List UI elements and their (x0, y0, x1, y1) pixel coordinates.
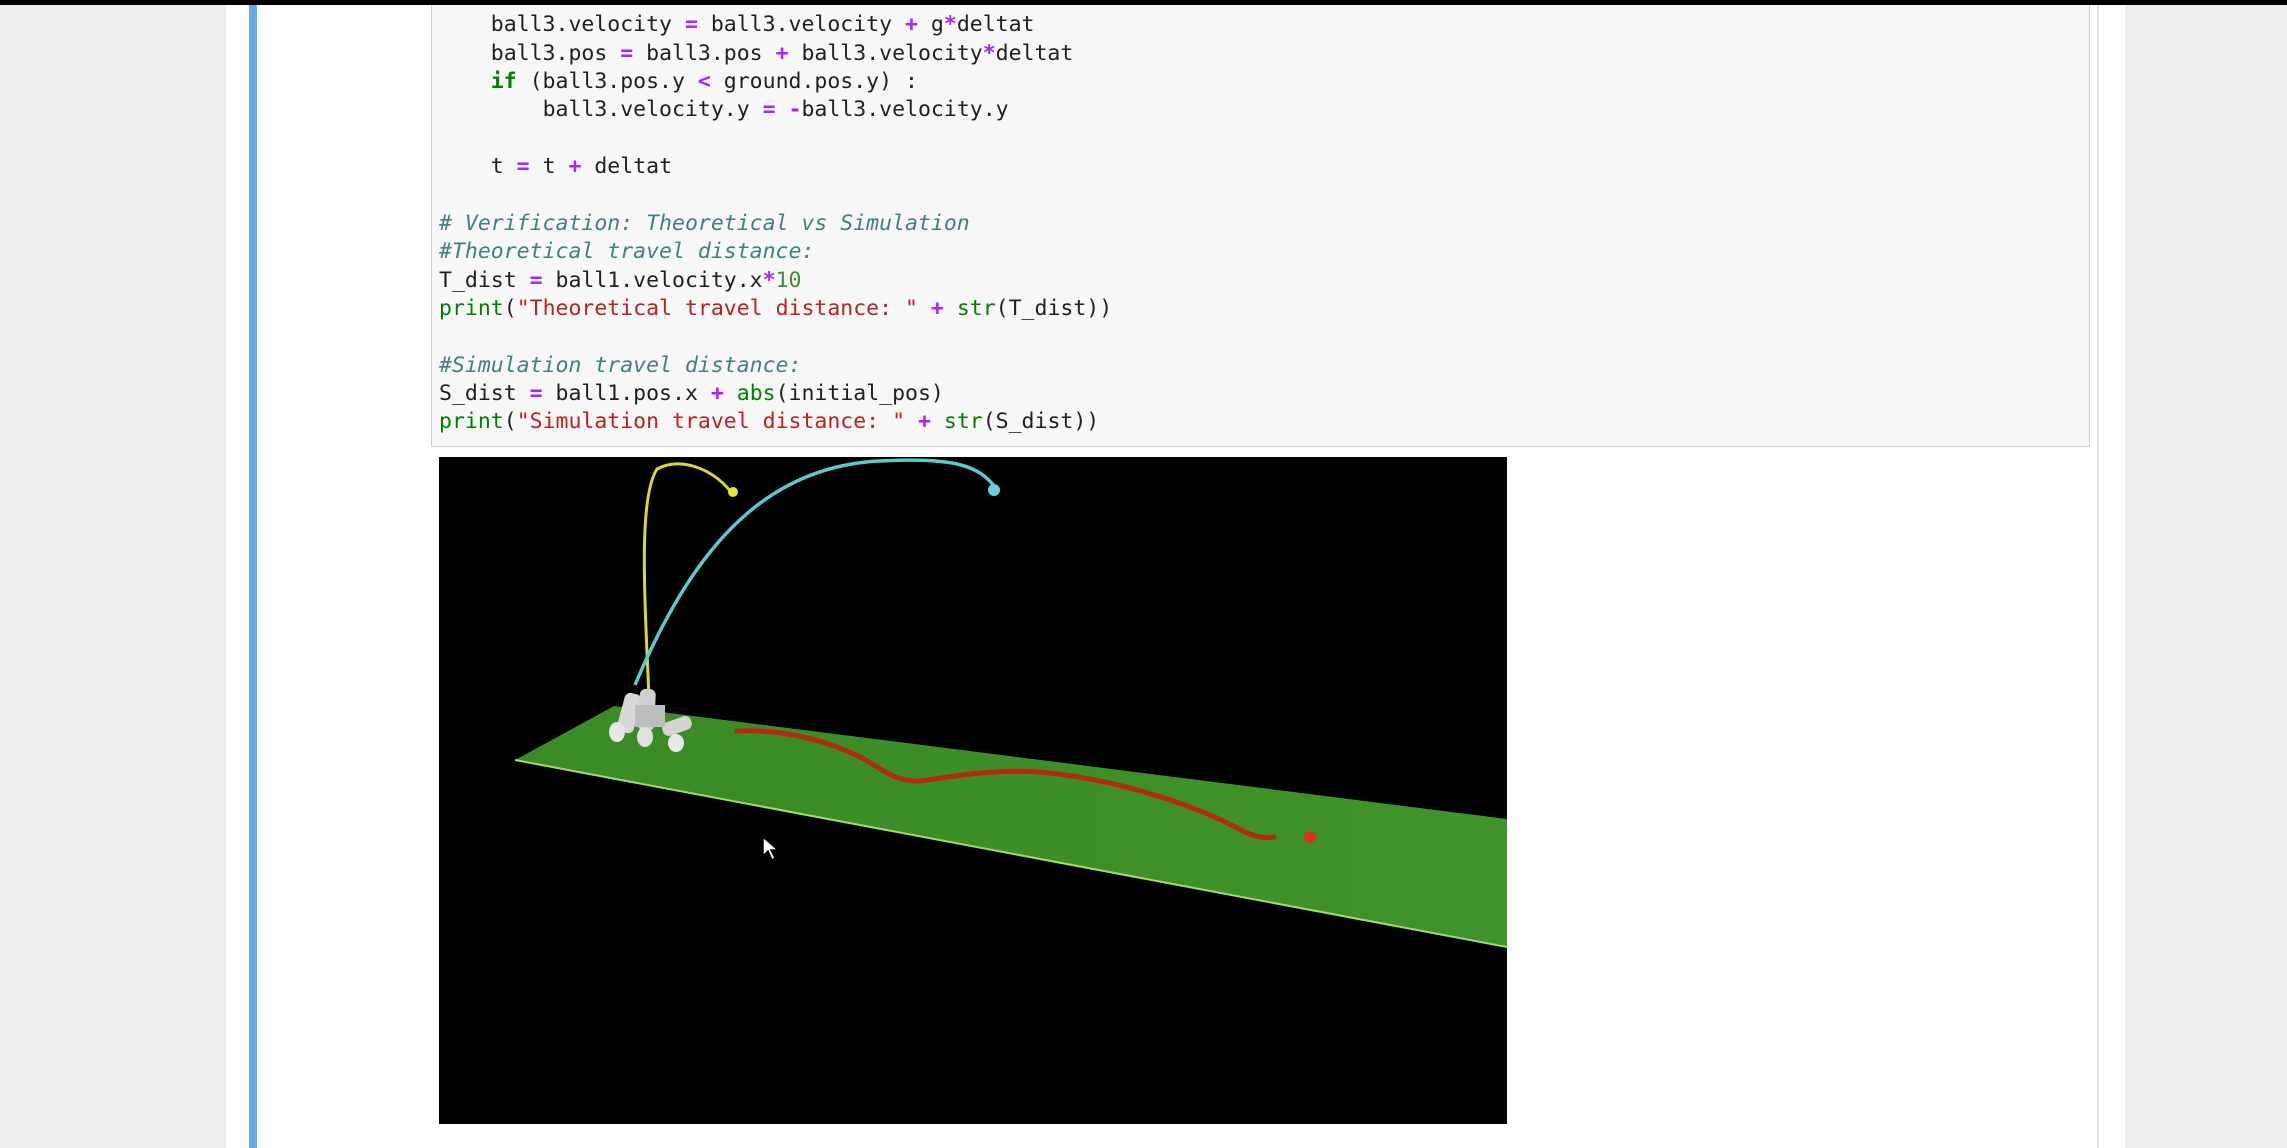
simulation-canvas[interactable] (439, 457, 1507, 1124)
ball3-trail (633, 458, 997, 686)
ball1 (1304, 831, 1316, 843)
mouse-pointer-icon (762, 835, 781, 866)
scene-svg (514, 458, 1507, 948)
code-line: ball3.pos = ball3.pos + ball3.velocity*d… (490, 41, 1074, 66)
code-line: ball3.velocity = ball3.velocity + g*delt… (490, 12, 1035, 37)
page-edge (2097, 5, 2099, 1148)
code-comment: #Theoretical travel distance: (439, 239, 815, 264)
code-line: print("Theoretical travel distance: " + … (439, 296, 1113, 321)
code-line: S_dist = ball1.pos.x + abs(initial_pos) (439, 381, 944, 406)
code-comment: #Simulation travel distance: (439, 353, 802, 378)
ball2 (728, 487, 738, 497)
code-line: t = t + deltat (490, 154, 673, 179)
code-line: T_dist = ball1.velocity.x*10 (439, 268, 802, 293)
ball3 (988, 484, 1000, 496)
code-comment: # Verification: Theoretical vs Simulatio… (439, 211, 970, 236)
cell-selected-indicator (249, 5, 257, 1148)
code-line: if (ball3.pos.y < ground.pos.y) : (490, 69, 918, 94)
code-line: print("Simulation travel distance: " + s… (439, 409, 1100, 434)
ground-plane (515, 706, 1507, 947)
code-line: ball3.velocity.y = -ball3.velocity.y (542, 97, 1009, 122)
